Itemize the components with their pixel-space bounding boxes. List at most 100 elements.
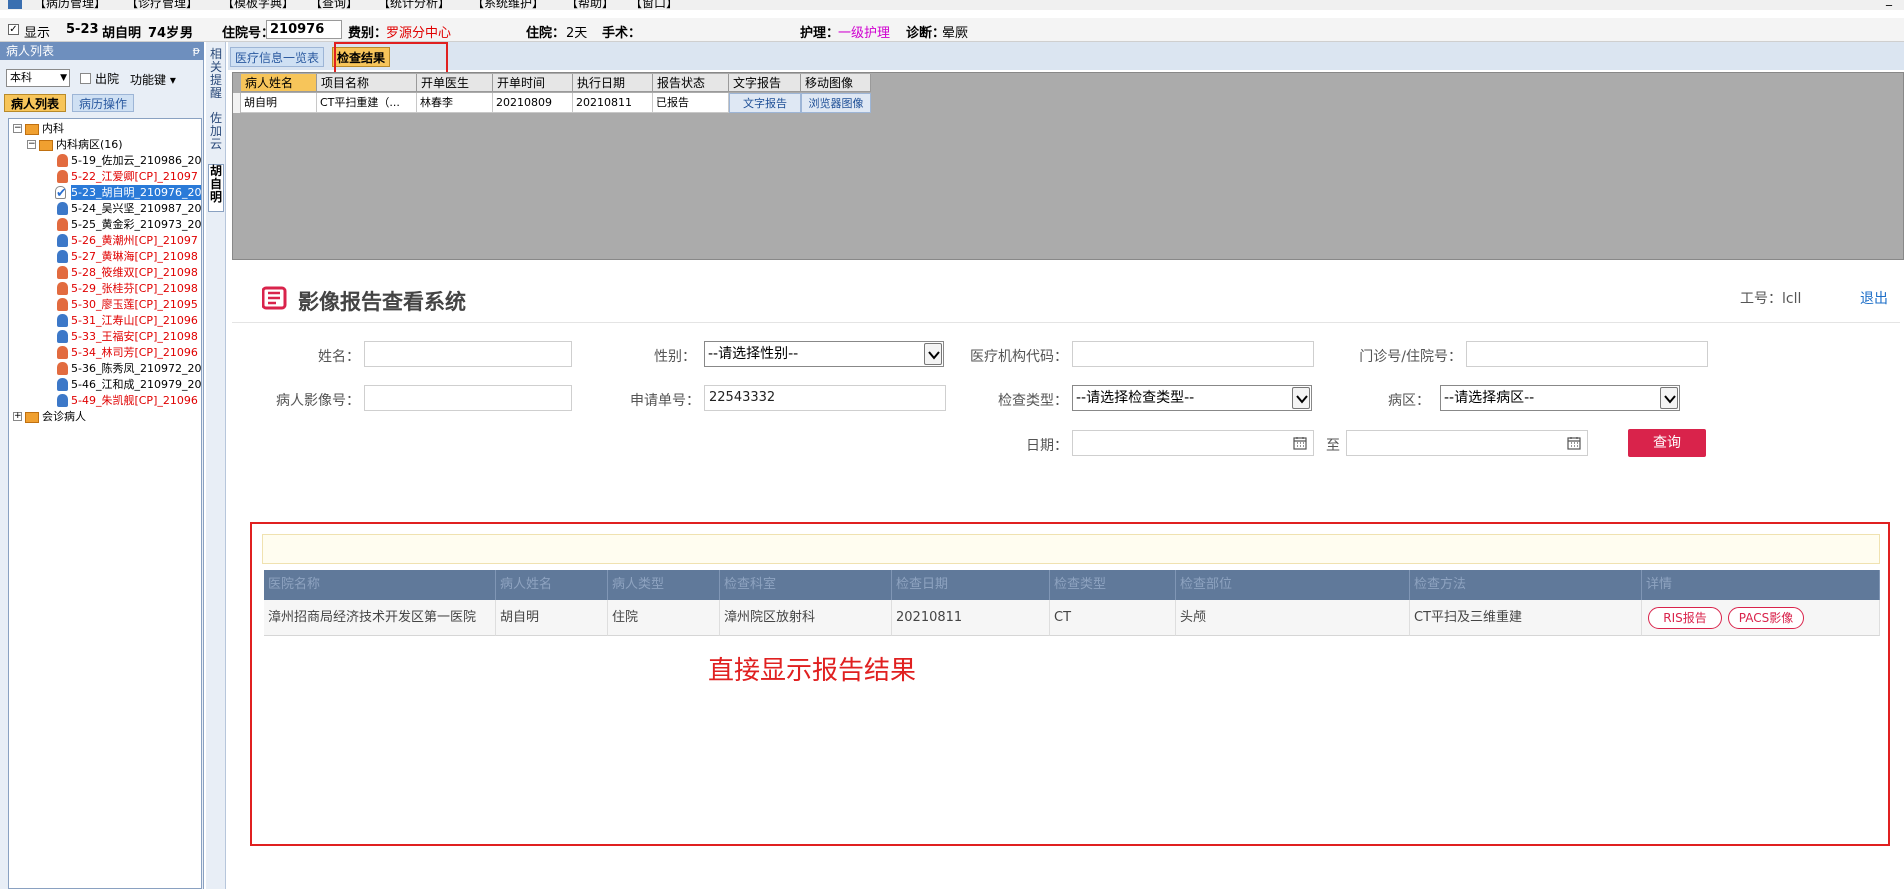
menu-statistics[interactable]: 【统计分析】 xyxy=(378,0,450,10)
logout-link[interactable]: 退出 xyxy=(1860,288,1888,308)
grid-cell-item-name[interactable]: CT平扫重建（... xyxy=(317,93,417,113)
tree-patient-item[interactable]: 5-33_王福安[CP]_21098 xyxy=(71,329,198,344)
tree-patient-item[interactable]: 5-28_筱维双[CP]_21098 xyxy=(71,265,198,280)
function-key-button[interactable]: 功能键 ▾ xyxy=(130,71,176,88)
grid-cell-order-time[interactable]: 20210809 xyxy=(493,93,573,113)
tree-patient-item[interactable]: 5-49_朱凯舰[CP]_21096 xyxy=(71,393,198,408)
tree-patient-item[interactable]: 5-34_林司芳[CP]_21096 xyxy=(71,345,198,360)
fee-type-value: 罗源分中心 xyxy=(386,26,452,41)
patient-icon xyxy=(57,314,68,327)
image-no-input[interactable] xyxy=(364,385,572,411)
grid-cell-exec-date[interactable]: 20210811 xyxy=(573,93,653,113)
results-cell-patient-type: 住院 xyxy=(608,600,720,636)
name-input[interactable] xyxy=(364,341,572,367)
date-to-input[interactable] xyxy=(1346,430,1588,456)
org-code-input[interactable] xyxy=(1072,341,1314,367)
menu-help[interactable]: 【帮助】 xyxy=(566,0,614,10)
clinic-no-input[interactable] xyxy=(1466,341,1708,367)
tree-patient-item[interactable]: 5-24_吴兴坚_210987_20 xyxy=(71,201,201,216)
show-checkbox[interactable]: ✓ xyxy=(8,24,19,35)
pin-icon[interactable]: ᵽ xyxy=(193,42,200,60)
tree-patient-item[interactable]: 5-27_黄琳海[CP]_21098 xyxy=(71,249,198,264)
ris-report-button[interactable]: RIS报告 xyxy=(1648,607,1722,629)
tab-medical-info-overview[interactable]: 医疗信息一览表 xyxy=(230,47,325,67)
highlight-box-exam-tab xyxy=(334,42,448,74)
tab-patient-list[interactable]: 病人列表 xyxy=(4,94,67,112)
patient-icon xyxy=(57,250,68,263)
chevron-down-icon: ▼ xyxy=(60,73,67,83)
grid-cell-doctor[interactable]: 林春李 xyxy=(417,93,493,113)
collapse-toggle[interactable]: − xyxy=(27,140,36,149)
tree-patient-item[interactable]: 5-36_陈秀凤_210972_20 xyxy=(71,361,201,376)
tree-patient-item[interactable]: 5-46_江和成_210979_20 xyxy=(71,377,201,392)
tree-patient-item[interactable]: 5-30_廖玉莲[CP]_21095 xyxy=(71,297,198,312)
row-marker xyxy=(233,93,241,113)
chevron-down-icon xyxy=(1292,387,1310,409)
folder-icon xyxy=(39,139,53,151)
results-cell-patient-name: 胡自明 xyxy=(496,600,608,636)
department-select[interactable]: 本科 ▼ xyxy=(6,69,70,87)
tree-node-ward[interactable]: 内科病区(16) xyxy=(39,137,123,152)
menu-template-dictionary[interactable]: 【模板字典】 xyxy=(222,0,294,10)
tree-patient-item[interactable]: 5-25_黄金彩_210973_20 xyxy=(71,217,201,232)
date-from-input[interactable] xyxy=(1072,430,1314,456)
tree-patient-item[interactable]: 5-26_黄潮州[CP]_21097 xyxy=(71,233,198,248)
results-cell-exam-type: CT xyxy=(1050,600,1176,636)
side-tab-patient-zuojiayun[interactable]: 佐加云 xyxy=(208,112,224,158)
tree-node-department[interactable]: 内科 xyxy=(25,121,64,136)
checked-patient-icon: ✔ xyxy=(55,186,67,201)
grid-header[interactable]: 执行日期 xyxy=(573,74,653,92)
grid-header[interactable]: 开单时间 xyxy=(493,74,573,92)
collapse-toggle[interactable]: − xyxy=(13,124,22,133)
grid-header[interactable]: 病人姓名 xyxy=(241,74,317,92)
grid-header[interactable]: 开单医生 xyxy=(417,74,493,92)
request-no-input[interactable]: 22543332 xyxy=(704,385,946,411)
browse-image-button[interactable]: 浏览器图像 xyxy=(801,93,871,113)
app-icon xyxy=(8,0,22,9)
surgery-label: 手术： xyxy=(602,26,642,41)
patient-info-bar: ✓ 显示 5-23 胡自明 74岁 男 住院号： 210976 费别： 罗源分中… xyxy=(0,18,1904,42)
tree-patient-item[interactable]: 5-31_江寿山[CP]_21096 xyxy=(71,313,198,328)
results-cell-exam-method: CT平扫及三维重建 xyxy=(1410,600,1642,636)
grid-header[interactable]: 报告状态 xyxy=(653,74,729,92)
stay-label: 住院： xyxy=(526,26,566,41)
calendar-icon[interactable] xyxy=(1567,436,1581,450)
tree-patient-item[interactable]: 5-29_张桂芬[CP]_21098 xyxy=(71,281,198,296)
results-cell-exam-site: 头颅 xyxy=(1176,600,1410,636)
exam-type-select[interactable]: --请选择检查类型-- xyxy=(1072,385,1312,411)
grid-header[interactable]: 移动图像 xyxy=(801,74,871,92)
patient-age: 74岁 xyxy=(148,26,180,41)
tree-patient-item[interactable]: 5-19_佐加云_210986_20 xyxy=(71,153,201,168)
clinic-no-label: 门诊号/住院号： xyxy=(1359,349,1462,365)
tree-patient-item[interactable]: 5-23_胡自明_210976_20 xyxy=(71,185,201,200)
annotation-text: 直接显示报告结果 xyxy=(708,656,917,686)
admission-no-field[interactable]: 210976 xyxy=(266,20,342,39)
grid-cell-report-status[interactable]: 已报告 xyxy=(653,93,729,113)
pacs-image-button[interactable]: PACS影像 xyxy=(1728,607,1804,629)
expand-toggle[interactable]: + xyxy=(13,412,22,421)
discharge-checkbox[interactable] xyxy=(80,73,91,84)
tree-patient-item[interactable]: 5-22_江爱卿[CP]_21097 xyxy=(71,169,198,184)
grid-cell-patient-name[interactable]: 胡自明 xyxy=(241,93,317,113)
patient-list-toolbar: 本科 ▼ 出院 功能键 ▾ xyxy=(0,66,204,90)
menu-record-management[interactable]: 【病历管理】 xyxy=(34,0,106,10)
tab-record-operations[interactable]: 病历操作 xyxy=(72,94,135,112)
menu-query[interactable]: 【查询】 xyxy=(310,0,358,10)
staff-id: 工号：lcll xyxy=(1740,291,1802,307)
folder-icon xyxy=(25,411,39,423)
query-button[interactable]: 查询 xyxy=(1628,429,1706,457)
menu-treatment-management[interactable]: 【诊疗管理】 xyxy=(126,0,198,10)
side-tab-reminders[interactable]: 相关提醒 xyxy=(208,48,224,106)
menu-window[interactable]: 【窗口】 xyxy=(630,0,678,10)
text-report-button[interactable]: 文字报告 xyxy=(729,93,801,113)
tree-node-consult[interactable]: 会诊病人 xyxy=(25,409,86,424)
ward-select[interactable]: --请选择病区-- xyxy=(1440,385,1680,411)
sex-select[interactable]: --请选择性别-- xyxy=(704,341,944,367)
minimize-button[interactable]: _ xyxy=(1886,0,1892,6)
calendar-icon[interactable] xyxy=(1293,436,1307,450)
grid-header[interactable]: 文字报告 xyxy=(729,74,801,92)
side-tab-patient-huziming[interactable]: 胡自明 xyxy=(208,164,224,212)
patient-tree: − 内科 − 内科病区(16) 5-19_佐加云_210986_20 5-22_江爱卿[C… xyxy=(8,118,202,889)
grid-header[interactable]: 项目名称 xyxy=(317,74,417,92)
menu-system-maintenance[interactable]: 【系统维护】 xyxy=(472,0,544,10)
